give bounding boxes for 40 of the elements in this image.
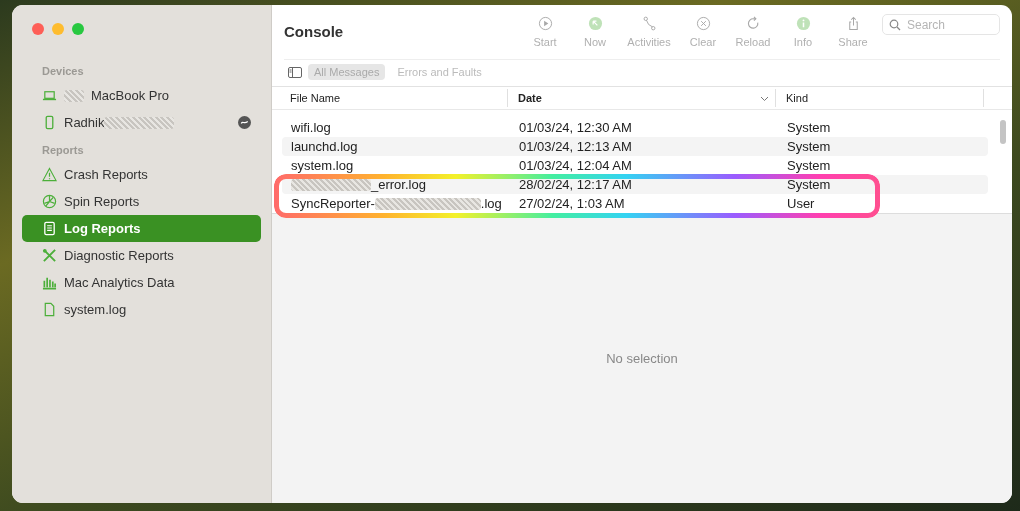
sidebar-heading: Reports <box>41 144 85 156</box>
column-header[interactable]: File Name <box>280 89 508 107</box>
table-cell: System <box>787 120 831 135</box>
sidebar-item[interactable]: Diagnostic Reports <box>22 242 261 269</box>
sidebar-item[interactable]: Crash Reports <box>22 161 261 188</box>
sidebar-label: system.log <box>64 302 127 317</box>
table-cell: system.log <box>291 158 354 173</box>
table-cell: 28/02/24, 12:17 AM <box>519 177 632 192</box>
table-cell: 01/03/24, 12:13 AM <box>519 139 632 154</box>
sidebar-label: Radhik <box>64 115 105 130</box>
search-field[interactable]: Search <box>882 14 1000 35</box>
sidebar-label: Mac Analytics Data <box>64 275 175 290</box>
sidebar-label: Diagnostic Reports <box>64 248 174 263</box>
table-cell: launchd.log <box>291 139 358 154</box>
table-cell: System <box>787 158 831 173</box>
empty-state-text: No selection <box>606 351 678 366</box>
table-cell: 01/03/24, 12:04 AM <box>519 158 632 173</box>
table-cell: System <box>787 139 831 154</box>
sidebar-label: Crash Reports <box>64 167 148 182</box>
sidebar-label: MacBook Pro <box>91 88 170 103</box>
table-cell: wifi.log <box>291 120 331 135</box>
table-cell: .log <box>480 196 502 211</box>
sidebar-item[interactable]: Log Reports <box>22 215 261 242</box>
table-cell: 01/03/24, 12:30 AM <box>519 120 632 135</box>
sidebar-label: Log Reports <box>64 221 141 236</box>
table-cell: SyncReporter- <box>291 196 375 211</box>
sidebar-item[interactable]: Spin Reports <box>22 188 261 215</box>
sidebar-label: Spin Reports <box>64 194 140 209</box>
table-cell: _error.log <box>371 177 426 192</box>
sidebar-heading: Devices <box>41 65 85 77</box>
table-cell: 27/02/24, 1:03 AM <box>519 196 625 211</box>
sidebar-item[interactable]: Mac Analytics Data <box>22 269 261 296</box>
table-cell: System <box>787 177 831 192</box>
column-header[interactable]: Date <box>508 89 776 107</box>
window-title: Console <box>284 23 345 40</box>
sidebar-item[interactable]: Radhik <box>22 109 261 136</box>
table-cell: User <box>787 196 815 211</box>
sidebar-item[interactable]: system.log <box>22 296 261 323</box>
sidebar-item[interactable]: MacBook Pro <box>22 82 261 109</box>
column-header[interactable]: Kind <box>776 89 984 107</box>
